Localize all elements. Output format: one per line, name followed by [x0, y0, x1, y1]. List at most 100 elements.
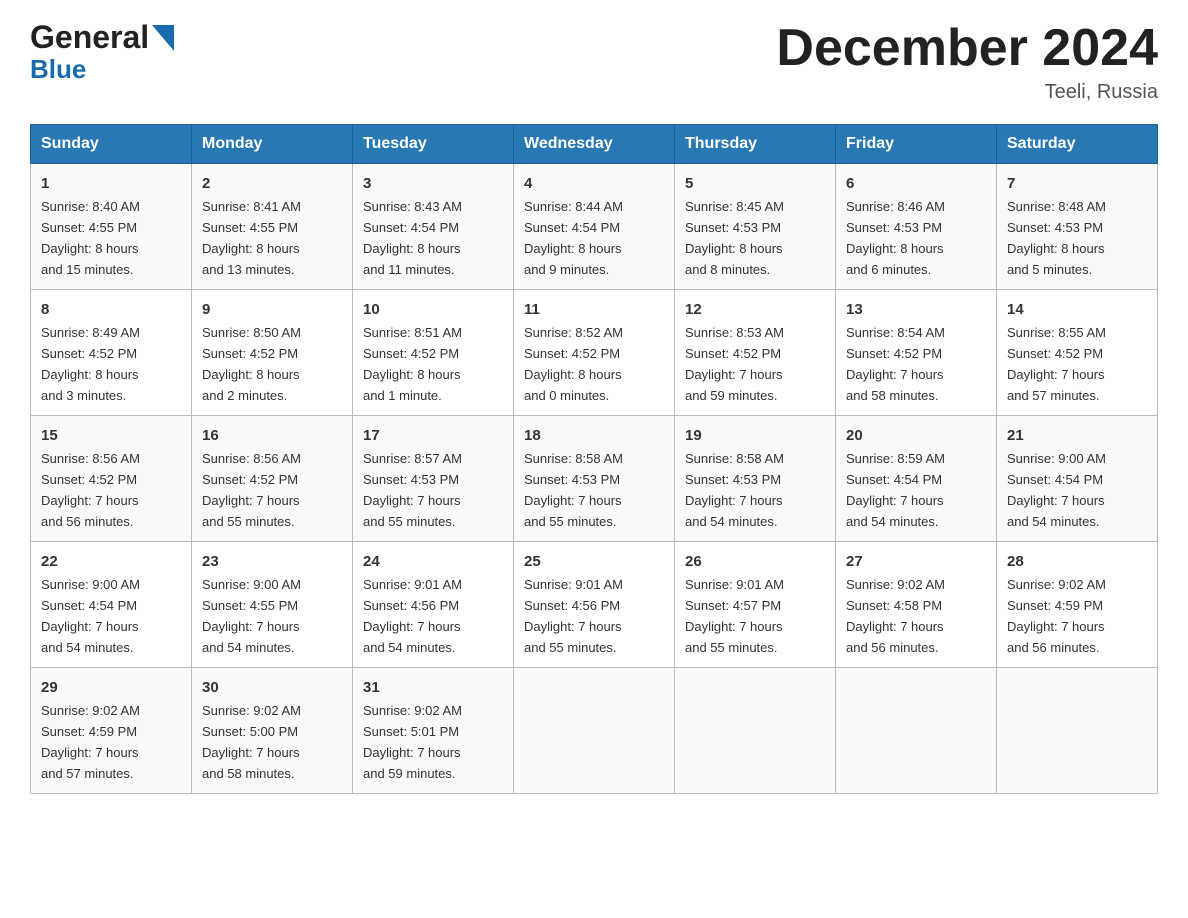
calendar-cell: 29 Sunrise: 9:02 AMSunset: 4:59 PMDayligh… [31, 667, 192, 793]
day-info: Sunrise: 8:53 AMSunset: 4:52 PMDaylight:… [685, 325, 784, 403]
day-number: 23 [202, 550, 342, 573]
calendar-week-4: 22 Sunrise: 9:00 AMSunset: 4:54 PMDayligh… [31, 542, 1158, 668]
day-info: Sunrise: 9:02 AMSunset: 4:58 PMDaylight:… [846, 577, 945, 655]
month-title: December 2024 [776, 20, 1158, 77]
col-saturday: Saturday [997, 125, 1158, 164]
day-info: Sunrise: 9:01 AMSunset: 4:56 PMDaylight:… [363, 577, 462, 655]
calendar-cell: 17Sunrise: 8:57 AMSunset: 4:53 PMDayligh… [353, 416, 514, 542]
day-number: 6 [846, 172, 986, 195]
calendar-header-row: Sunday Monday Tuesday Wednesday Thursday… [31, 125, 1158, 164]
day-info: Sunrise: 8:49 AMSunset: 4:52 PMDaylight:… [41, 325, 140, 403]
calendar-cell: 9 Sunrise: 8:50 AMSunset: 4:52 PMDaylight… [192, 290, 353, 416]
calendar-week-2: 8 Sunrise: 8:49 AMSunset: 4:52 PMDaylight… [31, 290, 1158, 416]
calendar-cell: 24 Sunrise: 9:01 AMSunset: 4:56 PMDayligh… [353, 542, 514, 668]
calendar-cell: 7 Sunrise: 8:48 AMSunset: 4:53 PMDaylight… [997, 164, 1158, 290]
day-info: Sunrise: 8:50 AMSunset: 4:52 PMDaylight:… [202, 325, 301, 403]
day-number: 7 [1007, 172, 1147, 195]
calendar-cell: 13 Sunrise: 8:54 AMSunset: 4:52 PMDayligh… [836, 290, 997, 416]
day-number: 12 [685, 298, 825, 321]
calendar-cell: 15 Sunrise: 8:56 AMSunset: 4:52 PMDayligh… [31, 416, 192, 542]
calendar-table: Sunday Monday Tuesday Wednesday Thursday… [30, 124, 1158, 794]
calendar-cell: 3 Sunrise: 8:43 AMSunset: 4:54 PMDaylight… [353, 164, 514, 290]
day-number: 17 [363, 424, 503, 447]
col-wednesday: Wednesday [514, 125, 675, 164]
day-number: 15 [41, 424, 181, 447]
day-number: 19 [685, 424, 825, 447]
day-number: 9 [202, 298, 342, 321]
day-info: Sunrise: 9:02 AMSunset: 5:01 PMDaylight:… [363, 703, 462, 781]
col-monday: Monday [192, 125, 353, 164]
calendar-cell: 18 Sunrise: 8:58 AMSunset: 4:53 PMDayligh… [514, 416, 675, 542]
calendar-cell: 16 Sunrise: 8:56 AMSunset: 4:52 PMDayligh… [192, 416, 353, 542]
day-info: Sunrise: 9:00 AMSunset: 4:54 PMDaylight:… [1007, 451, 1106, 529]
day-number: 22 [41, 550, 181, 573]
day-number: 16 [202, 424, 342, 447]
calendar-cell: 8 Sunrise: 8:49 AMSunset: 4:52 PMDaylight… [31, 290, 192, 416]
day-info: Sunrise: 9:00 AMSunset: 4:54 PMDaylight:… [41, 577, 140, 655]
calendar-week-3: 15 Sunrise: 8:56 AMSunset: 4:52 PMDayligh… [31, 416, 1158, 542]
day-info: Sunrise: 8:59 AMSunset: 4:54 PMDaylight:… [846, 451, 945, 529]
calendar-cell: 21 Sunrise: 9:00 AMSunset: 4:54 PMDayligh… [997, 416, 1158, 542]
day-number: 2 [202, 172, 342, 195]
day-info: Sunrise: 8:41 AMSunset: 4:55 PMDaylight:… [202, 199, 301, 277]
day-info: Sunrise: 9:01 AMSunset: 4:57 PMDaylight:… [685, 577, 784, 655]
day-info: Sunrise: 9:02 AMSunset: 4:59 PMDaylight:… [1007, 577, 1106, 655]
calendar-cell: 4 Sunrise: 8:44 AMSunset: 4:54 PMDaylight… [514, 164, 675, 290]
day-info: Sunrise: 8:56 AMSunset: 4:52 PMDaylight:… [41, 451, 140, 529]
day-number: 13 [846, 298, 986, 321]
day-info: Sunrise: 8:58 AMSunset: 4:53 PMDaylight:… [685, 451, 784, 529]
calendar-week-5: 29 Sunrise: 9:02 AMSunset: 4:59 PMDayligh… [31, 667, 1158, 793]
calendar-cell: 2 Sunrise: 8:41 AMSunset: 4:55 PMDaylight… [192, 164, 353, 290]
calendar-cell: 28Sunrise: 9:02 AMSunset: 4:59 PMDayligh… [997, 542, 1158, 668]
day-number: 30 [202, 676, 342, 699]
location: Teeli, Russia [776, 81, 1158, 104]
day-info: Sunrise: 9:00 AMSunset: 4:55 PMDaylight:… [202, 577, 301, 655]
day-number: 8 [41, 298, 181, 321]
day-number: 14 [1007, 298, 1147, 321]
calendar-cell: 22 Sunrise: 9:00 AMSunset: 4:54 PMDayligh… [31, 542, 192, 668]
title-block: December 2024 Teeli, Russia [776, 20, 1158, 104]
calendar-cell [997, 667, 1158, 793]
col-thursday: Thursday [675, 125, 836, 164]
day-number: 27 [846, 550, 986, 573]
day-info: Sunrise: 8:44 AMSunset: 4:54 PMDaylight:… [524, 199, 623, 277]
calendar-cell [836, 667, 997, 793]
calendar-cell: 27 Sunrise: 9:02 AMSunset: 4:58 PMDayligh… [836, 542, 997, 668]
day-info: Sunrise: 8:58 AMSunset: 4:53 PMDaylight:… [524, 451, 623, 529]
calendar-cell: 30Sunrise: 9:02 AMSunset: 5:00 PMDayligh… [192, 667, 353, 793]
day-number: 1 [41, 172, 181, 195]
day-info: Sunrise: 8:56 AMSunset: 4:52 PMDaylight:… [202, 451, 301, 529]
calendar-cell: 1 Sunrise: 8:40 AMSunset: 4:55 PMDaylight… [31, 164, 192, 290]
day-info: Sunrise: 8:43 AMSunset: 4:54 PMDaylight:… [363, 199, 462, 277]
day-info: Sunrise: 9:02 AMSunset: 4:59 PMDaylight:… [41, 703, 140, 781]
day-number: 21 [1007, 424, 1147, 447]
calendar-cell: 23 Sunrise: 9:00 AMSunset: 4:55 PMDayligh… [192, 542, 353, 668]
day-number: 26 [685, 550, 825, 573]
col-tuesday: Tuesday [353, 125, 514, 164]
logo: General Blue [30, 20, 174, 84]
logo-line1: General [30, 20, 174, 55]
day-number: 25 [524, 550, 664, 573]
calendar-week-1: 1 Sunrise: 8:40 AMSunset: 4:55 PMDaylight… [31, 164, 1158, 290]
calendar-cell: 10Sunrise: 8:51 AMSunset: 4:52 PMDayligh… [353, 290, 514, 416]
day-info: Sunrise: 8:48 AMSunset: 4:53 PMDaylight:… [1007, 199, 1106, 277]
day-number: 24 [363, 550, 503, 573]
calendar-cell: 5Sunrise: 8:45 AMSunset: 4:53 PMDaylight… [675, 164, 836, 290]
calendar-cell: 6 Sunrise: 8:46 AMSunset: 4:53 PMDaylight… [836, 164, 997, 290]
day-number: 4 [524, 172, 664, 195]
day-info: Sunrise: 8:55 AMSunset: 4:52 PMDaylight:… [1007, 325, 1106, 403]
day-info: Sunrise: 8:46 AMSunset: 4:53 PMDaylight:… [846, 199, 945, 277]
day-info: Sunrise: 8:54 AMSunset: 4:52 PMDaylight:… [846, 325, 945, 403]
day-number: 3 [363, 172, 503, 195]
day-number: 20 [846, 424, 986, 447]
calendar-cell: 12 Sunrise: 8:53 AMSunset: 4:52 PMDayligh… [675, 290, 836, 416]
day-number: 29 [41, 676, 181, 699]
calendar-cell [675, 667, 836, 793]
calendar-cell: 11Sunrise: 8:52 AMSunset: 4:52 PMDayligh… [514, 290, 675, 416]
calendar-cell: 31Sunrise: 9:02 AMSunset: 5:01 PMDayligh… [353, 667, 514, 793]
day-info: Sunrise: 8:45 AMSunset: 4:53 PMDaylight:… [685, 199, 784, 277]
day-info: Sunrise: 9:01 AMSunset: 4:56 PMDaylight:… [524, 577, 623, 655]
day-info: Sunrise: 8:40 AMSunset: 4:55 PMDaylight:… [41, 199, 140, 277]
calendar-cell [514, 667, 675, 793]
day-number: 18 [524, 424, 664, 447]
